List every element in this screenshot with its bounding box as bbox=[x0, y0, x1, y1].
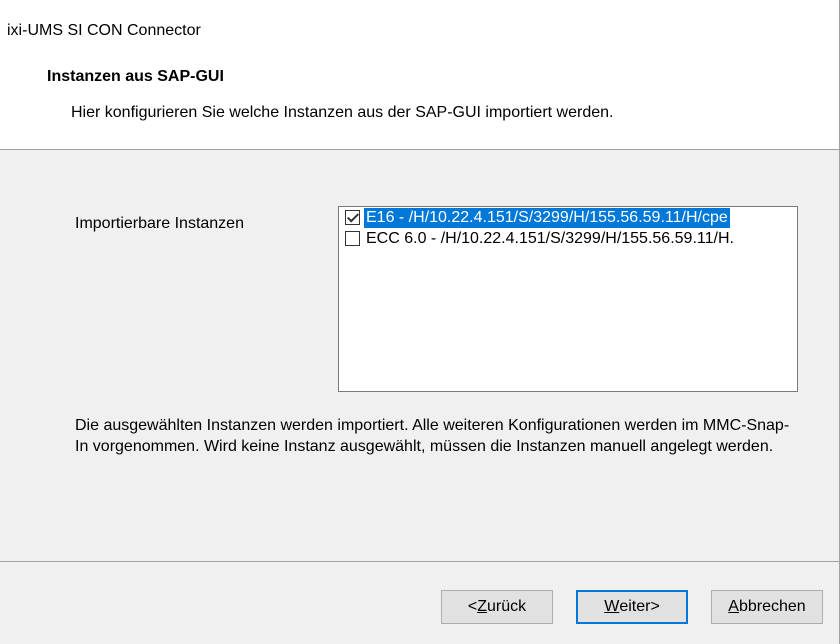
instance-checkbox[interactable] bbox=[345, 210, 360, 225]
instance-item[interactable]: ECC 6.0 - /H/10.22.4.151/S/3299/H/155.56… bbox=[339, 228, 797, 249]
back-prefix: < bbox=[467, 598, 478, 615]
instances-label: Importierbare Instanzen bbox=[75, 215, 244, 232]
instance-item[interactable]: E16 - /H/10.22.4.151/S/3299/H/155.56.59.… bbox=[339, 207, 797, 229]
next-mnemonic: W bbox=[604, 598, 620, 615]
back-rest: urück bbox=[487, 598, 527, 615]
cancel-mnemonic: A bbox=[728, 598, 739, 615]
back-button[interactable]: < Zurück bbox=[441, 590, 553, 624]
description-text: Die ausgewählten Instanzen werden import… bbox=[75, 417, 790, 455]
wizard-header: Instanzen aus SAP-GUI Hier konfigurieren… bbox=[0, 46, 839, 150]
instance-checkbox[interactable] bbox=[345, 231, 360, 246]
window-title: ixi-UMS SI CON Connector bbox=[7, 22, 201, 39]
wizard-footer: < Zurück Weiter> Abbrechen bbox=[0, 561, 839, 644]
next-button[interactable]: Weiter> bbox=[576, 590, 688, 624]
instance-label[interactable]: ECC 6.0 - /H/10.22.4.151/S/3299/H/155.56… bbox=[364, 229, 736, 249]
back-mnemonic: Z bbox=[477, 598, 487, 615]
page-subheading: Hier konfigurieren Sie welche Instanzen … bbox=[71, 104, 614, 121]
wizard-content: Importierbare Instanzen E16 - /H/10.22.4… bbox=[0, 151, 839, 561]
title-bar: ixi-UMS SI CON Connector bbox=[0, 0, 839, 46]
cancel-button[interactable]: Abbrechen bbox=[711, 590, 823, 624]
installer-window: ixi-UMS SI CON Connector Instanzen aus S… bbox=[0, 0, 840, 644]
instance-label[interactable]: E16 - /H/10.22.4.151/S/3299/H/155.56.59.… bbox=[363, 207, 731, 229]
page-heading: Instanzen aus SAP-GUI bbox=[47, 68, 224, 85]
instances-listbox[interactable]: E16 - /H/10.22.4.151/S/3299/H/155.56.59.… bbox=[338, 206, 798, 392]
next-rest: eiter> bbox=[619, 598, 660, 615]
cancel-rest: bbrechen bbox=[738, 598, 806, 615]
